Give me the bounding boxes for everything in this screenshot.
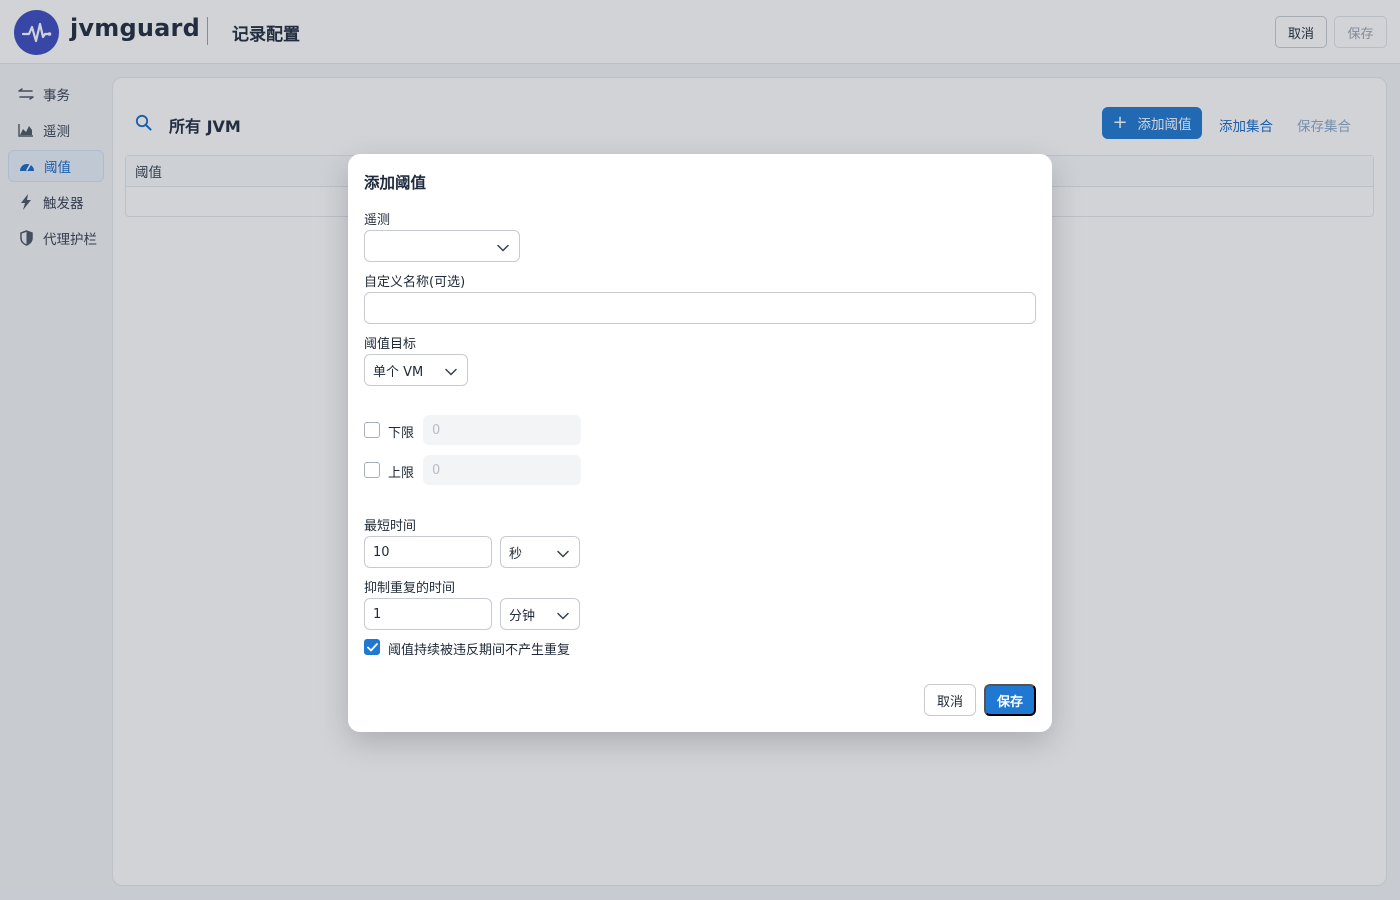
no-repeat-label: 阈值持续被违反期间不产生重复 — [388, 643, 571, 658]
custom-name-input[interactable] — [364, 292, 1036, 324]
chevron-down-icon — [497, 241, 509, 256]
add-threshold-dialog: 添加阈值 遥测 自定义名称(可选) 阈值目标 单个 VM 下限 0 上限 0 最… — [348, 154, 1052, 732]
suppress-time-input[interactable]: 1 — [364, 598, 492, 630]
min-time-input[interactable]: 10 — [364, 536, 492, 568]
checkmark-icon — [366, 642, 378, 651]
telemetry-select[interactable] — [364, 230, 520, 262]
upper-limit-checkbox[interactable] — [364, 462, 380, 478]
telemetry-label: 遥测 — [364, 213, 391, 228]
upper-limit-label: 上限 — [388, 466, 415, 481]
threshold-target-value: 单个 VM — [373, 364, 424, 380]
lower-limit-checkbox[interactable] — [364, 422, 380, 438]
threshold-target-select[interactable]: 单个 VM — [364, 354, 468, 386]
dialog-cancel-button[interactable]: 取消 — [924, 684, 976, 716]
custom-name-label: 自定义名称(可选) — [364, 275, 466, 290]
chevron-down-icon — [557, 547, 569, 562]
chevron-down-icon — [557, 609, 569, 624]
suppress-time-unit-select[interactable]: 分钟 — [500, 598, 580, 630]
min-time-unit-select[interactable]: 秒 — [500, 536, 580, 568]
dialog-save-button[interactable]: 保存 — [984, 684, 1036, 716]
no-repeat-checkbox[interactable] — [364, 639, 380, 655]
threshold-target-label: 阈值目标 — [364, 337, 417, 352]
suppress-time-unit-value: 分钟 — [509, 608, 536, 624]
min-time-label: 最短时间 — [364, 519, 417, 534]
suppress-time-label: 抑制重复的时间 — [364, 581, 456, 596]
min-time-unit-value: 秒 — [509, 546, 523, 562]
dialog-title: 添加阈值 — [364, 174, 427, 192]
lower-limit-input[interactable]: 0 — [423, 415, 581, 445]
lower-limit-label: 下限 — [388, 426, 415, 441]
chevron-down-icon — [445, 365, 457, 380]
upper-limit-input[interactable]: 0 — [423, 455, 581, 485]
